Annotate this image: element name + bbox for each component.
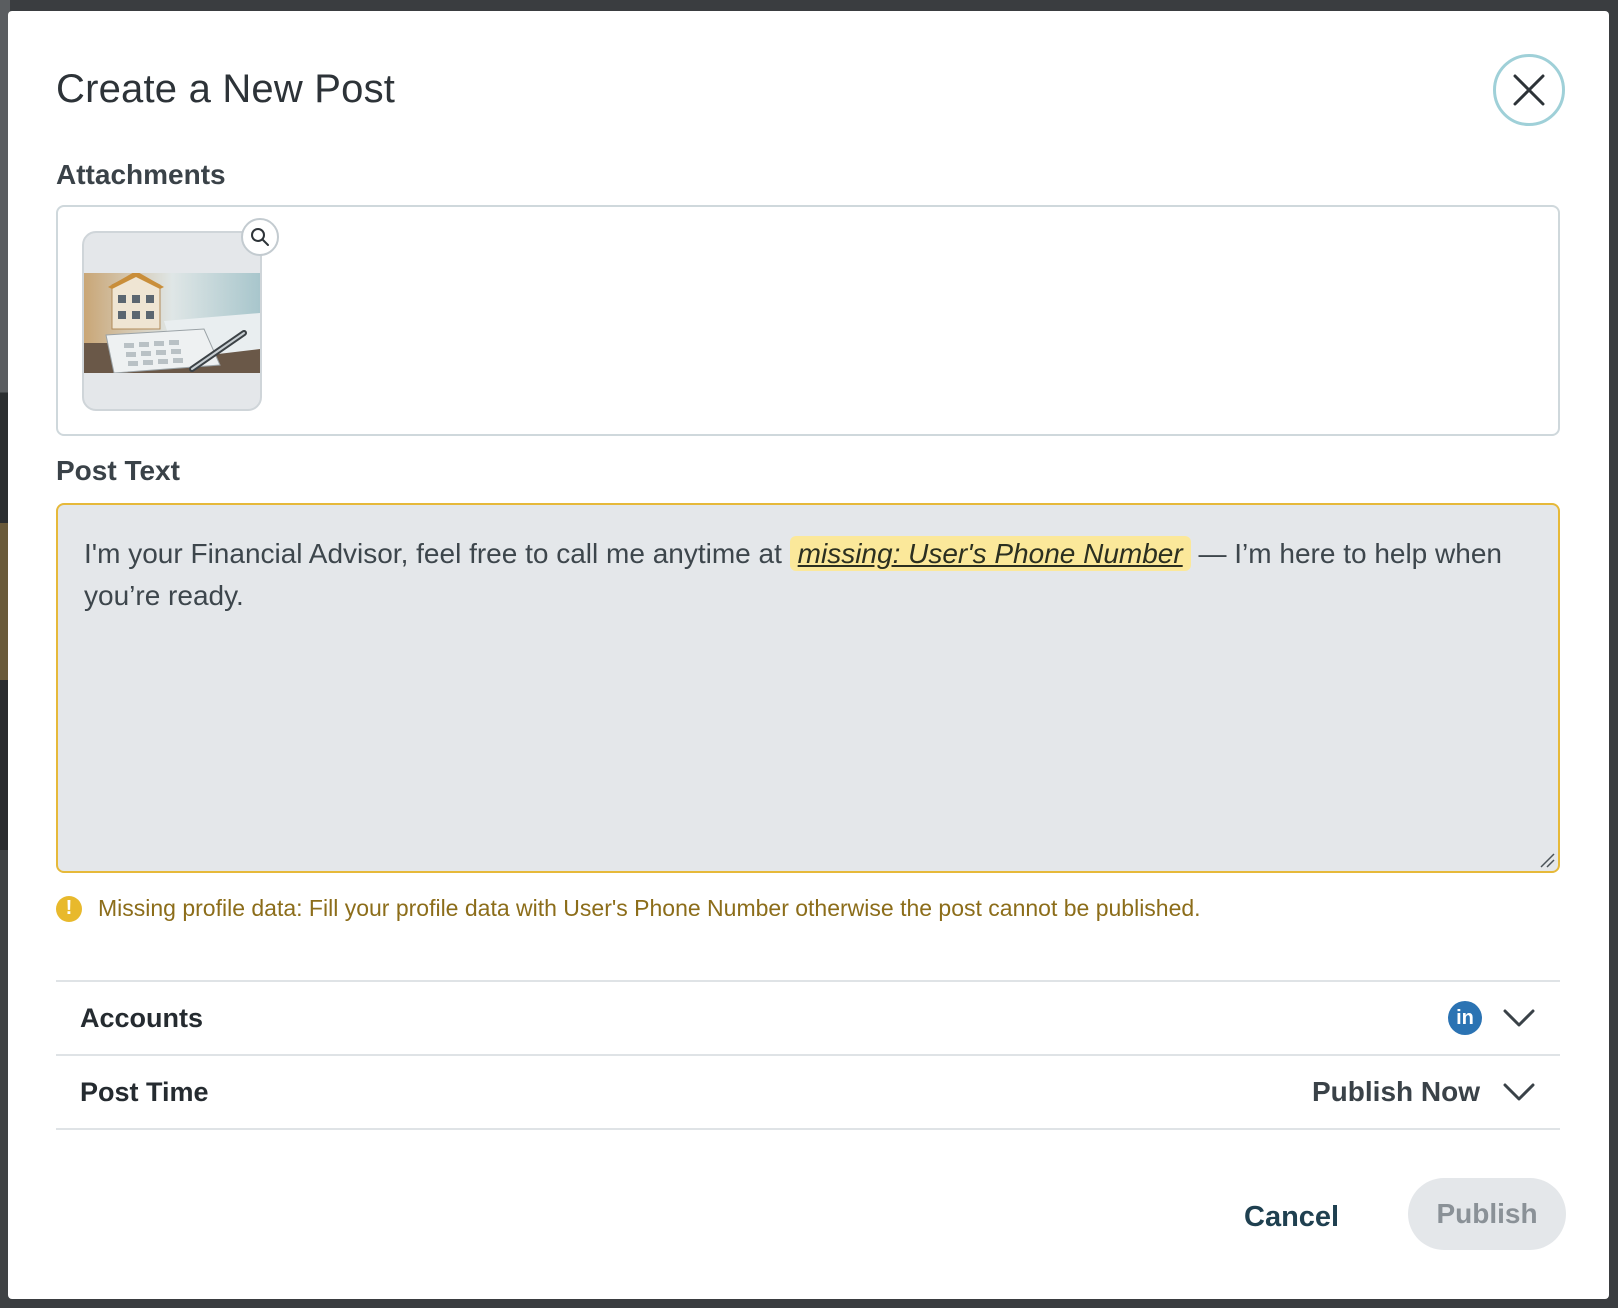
cancel-button[interactable]: Cancel	[1244, 1201, 1339, 1234]
post-time-label: Post Time	[80, 1076, 209, 1107]
exclamation-icon: !	[56, 895, 82, 922]
attachments-area[interactable]	[56, 205, 1560, 436]
resize-handle-icon[interactable]	[1538, 851, 1556, 869]
close-icon	[1513, 74, 1545, 106]
post-time-row[interactable]: Post Time Publish Now	[56, 1054, 1560, 1130]
warning-text: Missing profile data: Fill your profile …	[98, 895, 1201, 921]
house-calculator-image	[84, 273, 260, 373]
post-text-editor[interactable]: I'm your Financial Advisor, feel free to…	[56, 503, 1560, 873]
search-icon	[251, 228, 269, 246]
linkedin-icon: in	[1448, 1001, 1482, 1035]
close-button[interactable]	[1493, 54, 1565, 126]
dialog-title: Create a New Post	[56, 67, 396, 111]
create-post-dialog: Create a New Post Attachments Post Text …	[8, 11, 1609, 1299]
chevron-down-icon[interactable]	[1502, 1008, 1536, 1028]
attachment-thumbnail[interactable]	[82, 231, 262, 411]
zoom-attachment-button[interactable]	[241, 218, 279, 256]
chevron-down-icon[interactable]	[1502, 1082, 1536, 1102]
missing-field-chip[interactable]: missing: User's Phone Number	[789, 536, 1191, 571]
publish-button[interactable]: Publish	[1408, 1178, 1566, 1250]
accounts-row[interactable]: Accounts in	[56, 980, 1560, 1054]
attachments-label: Attachments	[56, 159, 226, 190]
missing-data-warning: ! Missing profile data: Fill your profil…	[56, 895, 1201, 922]
accounts-label: Accounts	[80, 1002, 204, 1033]
post-text-before: I'm your Financial Advisor, feel free to…	[84, 538, 782, 569]
post-time-value: Publish Now	[1312, 1076, 1480, 1107]
post-text-label: Post Text	[56, 455, 180, 486]
